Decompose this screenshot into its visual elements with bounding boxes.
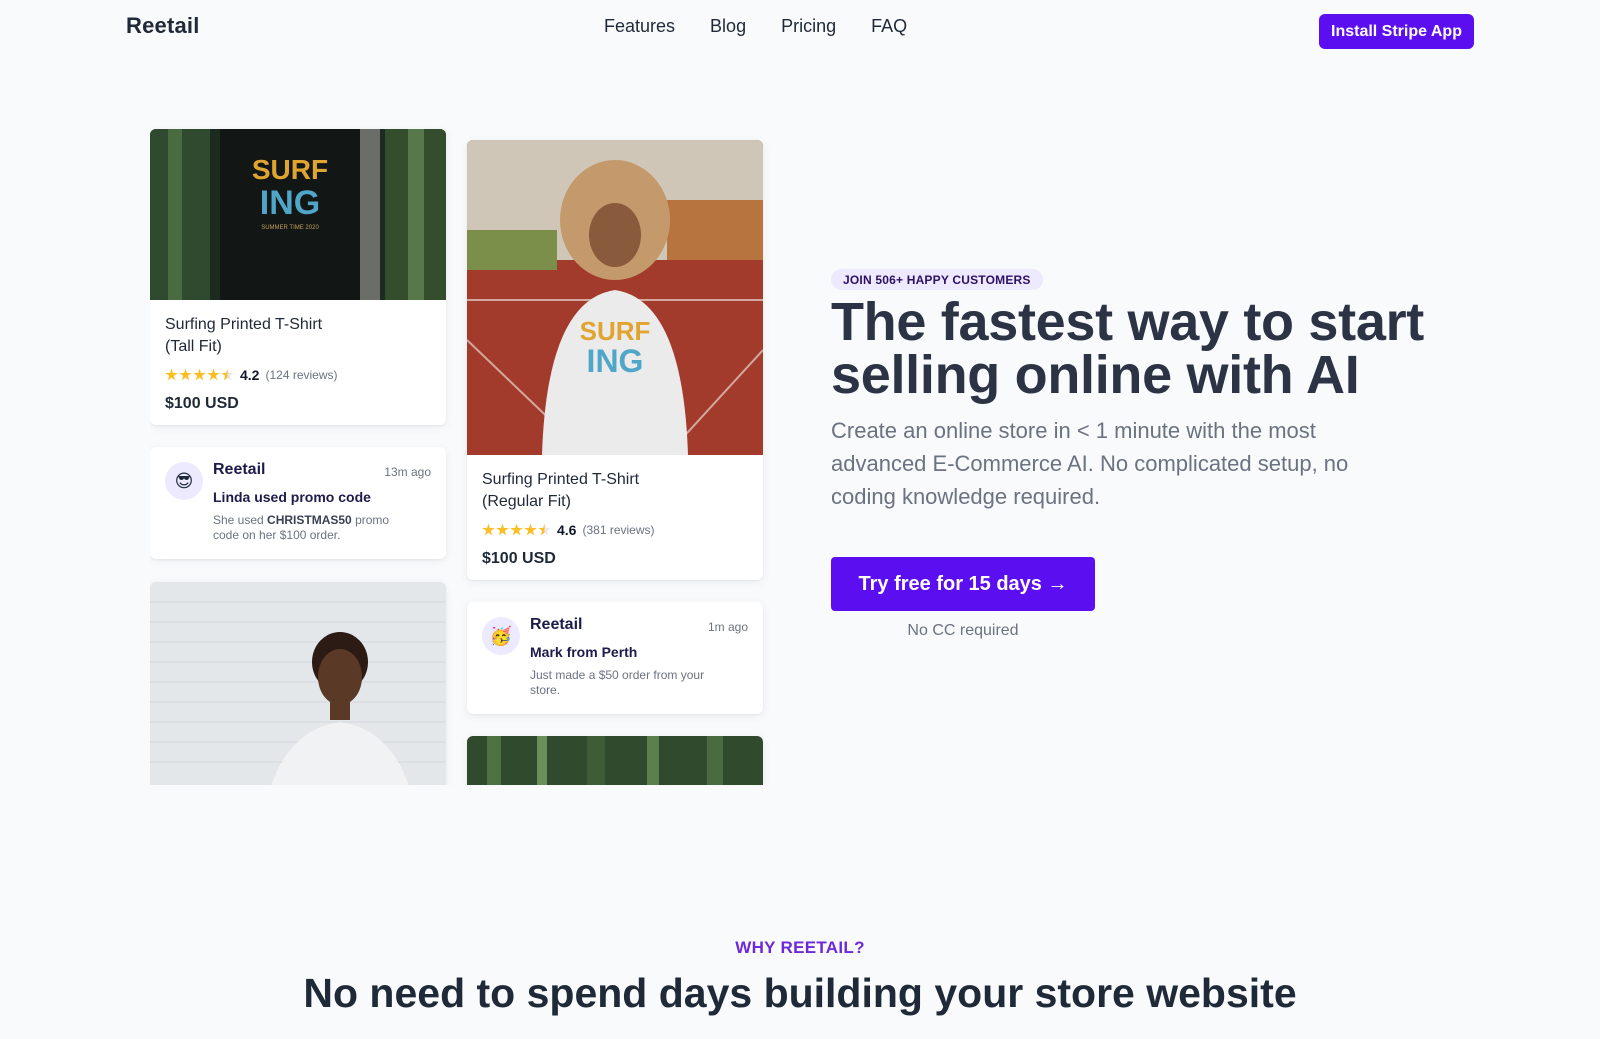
notification-body: She used CHRISTMAS50 promo code on her $… [213,513,390,542]
product-card-white-tee[interactable] [150,582,446,785]
rating-value: 4.6 [557,522,577,538]
product-title-fit: (Regular Fit) [482,493,571,510]
star-rating-icon [165,368,234,382]
svg-text:SURF: SURF [252,154,328,185]
promo-code: CHRISTMAS50 [267,513,352,527]
product-gallery: SURF ING SUMMER TIME 2020 Surfing Printe… [150,120,770,785]
product-price: $100 USD [482,550,556,567]
nav-link-features[interactable]: Features [604,16,675,37]
party-emoji-avatar-icon: 🥳 [482,617,520,655]
rating-value: 4.2 [240,367,260,383]
notification-card-promo: 😎 Reetail 13m ago Linda used promo code … [150,447,446,559]
product-title: Surfing Printed T-Shirt [482,471,640,488]
hero-subtitle: Create an online store in < 1 minute wit… [831,418,1349,509]
star-rating-icon [482,523,551,537]
product-title-fit: (Tall Fit) [165,338,222,355]
notification-brand: Reetail [213,461,266,478]
product-price: $100 USD [165,395,239,412]
product-card-bamboo[interactable] [467,736,763,785]
rating-row: 4.2 (124 reviews) [165,367,338,383]
svg-text:SUMMER TIME 2020: SUMMER TIME 2020 [261,225,319,231]
svg-text:SURF: SURF [580,316,651,346]
cool-emoji-avatar-icon: 😎 [165,462,203,500]
product-card-tall-fit[interactable]: SURF ING SUMMER TIME 2020 Surfing Printe… [150,129,446,425]
product-card-regular-fit[interactable]: SURF ING Surfing Printed T-Shirt (Regula… [467,140,763,580]
notification-heading: Mark from Perth [530,644,638,660]
hero-headline: The fastest way to start selling online … [831,292,1424,405]
svg-text:ING: ING [587,343,644,379]
review-count: (381 reviews) [582,523,655,537]
nav-link-blog[interactable]: Blog [710,16,746,37]
install-stripe-app-button[interactable]: Install Stripe App [1319,14,1474,49]
section-eyebrow: WHY REETAIL? [735,938,865,957]
section-title: No need to spend days building your stor… [303,970,1297,1016]
customers-badge: JOIN 506+ HAPPY CUSTOMERS [831,269,1043,290]
product-photo-surfing-tshirt-dark: SURF ING SUMMER TIME 2020 [150,129,446,300]
notification-body: Just made a $50 order from your store. [530,668,705,697]
notification-card-order: 🥳 Reetail 1m ago Mark from Perth Just ma… [467,602,763,714]
product-title: Surfing Printed T-Shirt [165,316,323,333]
cta-note: No CC required [907,622,1019,639]
try-free-button[interactable]: Try free for 15 days → [831,557,1095,611]
notification-heading: Linda used promo code [213,489,371,505]
notification-time: 13m ago [384,465,431,479]
notification-brand: Reetail [530,616,583,633]
logo[interactable]: Reetail [126,13,200,39]
product-photo-woman-sweatshirt: SURF ING [467,140,763,455]
top-navigation: Reetail Features Blog Pricing FAQ Instal… [0,0,1600,60]
rating-row: 4.6 (381 reviews) [482,522,655,538]
svg-text:ING: ING [260,184,320,222]
notification-time: 1m ago [707,620,748,634]
nav-link-pricing[interactable]: Pricing [781,16,836,37]
product-photo-bamboo [467,736,763,785]
nav-link-faq[interactable]: FAQ [871,16,907,37]
product-photo-man-white-tshirt [150,582,446,785]
review-count: (124 reviews) [265,368,338,382]
nav-links: Features Blog Pricing FAQ [604,16,907,37]
